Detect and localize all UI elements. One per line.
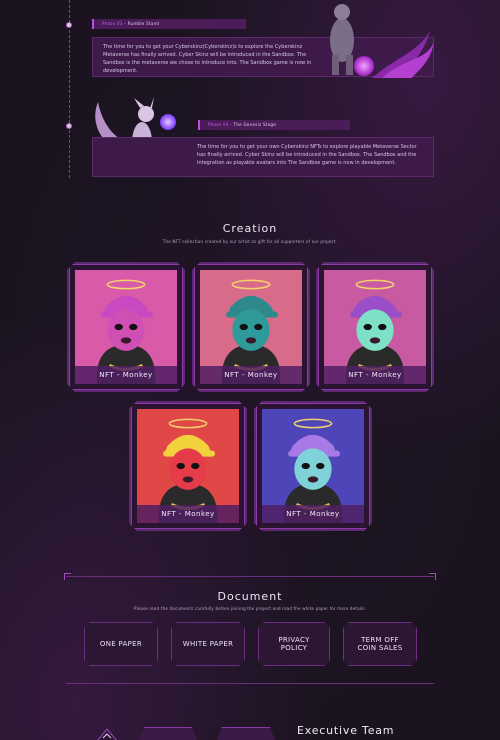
- executive-team-title: Executive Team: [297, 724, 395, 737]
- button-label: WHITE PAPER: [182, 640, 234, 648]
- nft-caption: NFT - Monkey: [200, 366, 302, 384]
- document-subtitle: Please read the documents carefully befo…: [133, 606, 367, 611]
- nft-card[interactable]: NFT - Monkey: [254, 401, 372, 531]
- one-paper-button[interactable]: ONE PAPER: [84, 622, 158, 666]
- nft-caption: NFT - Monkey: [324, 366, 426, 384]
- nft-caption: NFT - Monkey: [75, 366, 177, 384]
- phase-number: Phase 04: [208, 122, 229, 127]
- phase-label: Phase 04 - The Genesis Stage: [198, 120, 350, 130]
- button-label: ONE PAPER: [99, 640, 143, 648]
- document-title: Document: [217, 590, 283, 603]
- button-label: PRIVACY POLICY: [278, 636, 310, 652]
- phase-label: Phase 03 - Rumble Stand: [92, 19, 246, 29]
- mewtwo-illustration: [330, 4, 434, 78]
- creation-title: Creation: [222, 222, 278, 235]
- nft-card[interactable]: NFT - Monkey: [129, 401, 247, 531]
- phase-name: - Rumble Stand: [122, 21, 160, 26]
- phase-name: - The Genesis Stage: [228, 122, 277, 127]
- nft-caption: NFT - Monkey: [137, 505, 239, 523]
- nft-caption: NFT - Monkey: [262, 505, 364, 523]
- timeline-dot: [66, 22, 72, 28]
- nft-card[interactable]: NFT - Monkey: [67, 262, 185, 392]
- button-label: TERM OFF COIN SALES: [357, 636, 403, 652]
- privacy-policy-button[interactable]: PRIVACY POLICY: [258, 622, 330, 666]
- phase-number: Phase 03: [102, 21, 123, 26]
- scroll-top-icon[interactable]: [96, 728, 118, 740]
- team-tab[interactable]: [138, 727, 198, 740]
- term-off-coin-sales-button[interactable]: TERM OFF COIN SALES: [343, 622, 417, 666]
- phase-description-text: The time for you to get your Cyberskinz(…: [103, 44, 312, 74]
- nft-card[interactable]: NFT - Monkey: [192, 262, 310, 392]
- phase-description-text: The time for you to get your own Cybersk…: [197, 144, 417, 166]
- creation-subtitle: The NFT collection created by our artist…: [162, 239, 338, 244]
- white-paper-button[interactable]: WHITE PAPER: [171, 622, 245, 666]
- nft-card[interactable]: NFT - Monkey: [316, 262, 434, 392]
- phase-description: The time for you to get your own Cybersk…: [92, 137, 434, 177]
- team-tab[interactable]: [216, 727, 276, 740]
- timeline-dot: [66, 123, 72, 129]
